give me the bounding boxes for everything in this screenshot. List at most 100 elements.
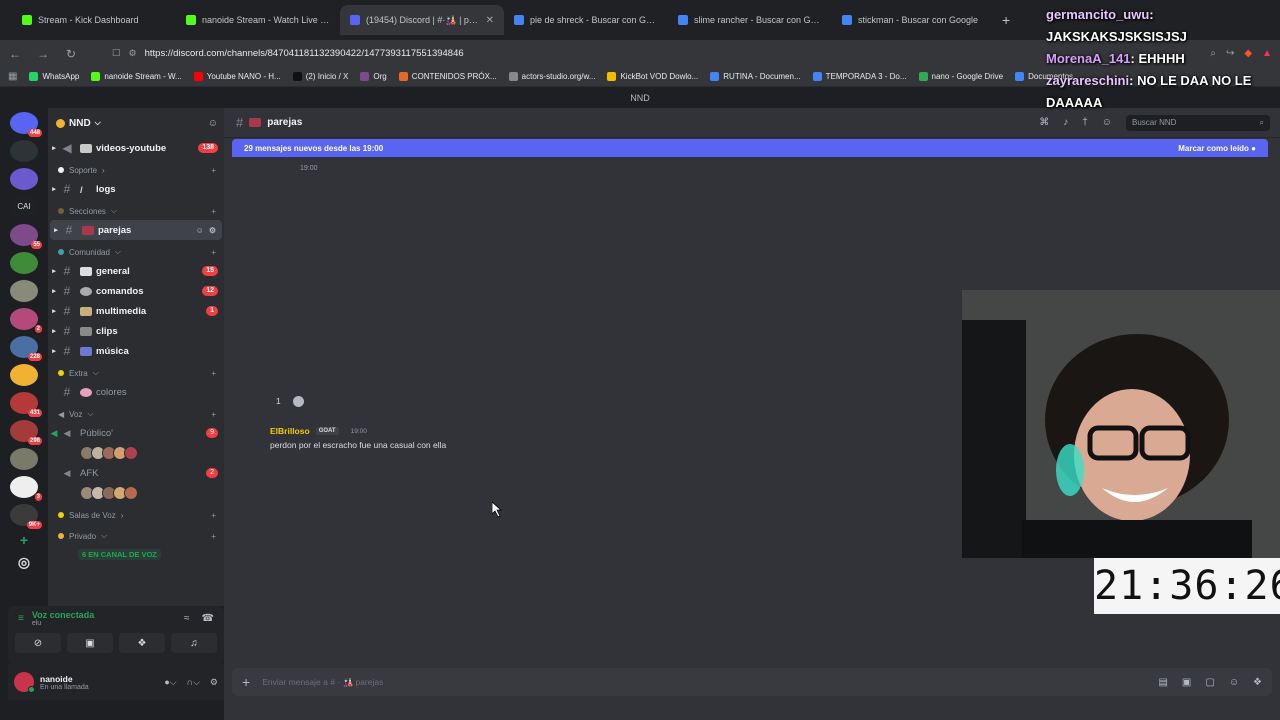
channel-logs[interactable]: ▸ # / logs [48, 179, 224, 199]
browser-tab[interactable]: slime rancher - Buscar con Google [668, 5, 832, 35]
back-icon[interactable]: ← [8, 47, 22, 61]
site-info-icon[interactable]: ⚙ [129, 48, 137, 59]
notifications-bell-icon[interactable]: ♪ [1063, 117, 1068, 128]
server-icon[interactable] [10, 364, 38, 386]
avatar[interactable] [14, 672, 35, 693]
channel-general[interactable]: ▸ # general 15 [48, 261, 224, 281]
bookmark-item[interactable]: CONTENIDOS PRÓX... [398, 72, 497, 81]
channel-comandos[interactable]: ▸ # comandos 12 [48, 281, 224, 301]
noise-suppression-icon[interactable]: ≈ [184, 613, 190, 624]
message-composer[interactable]: + Enviar mensaje a # · 🎎 parejas ▤ ▣ ▢ ☺… [232, 668, 1272, 696]
server-icon[interactable] [10, 448, 38, 470]
reaction-count[interactable]: 1 [270, 395, 287, 407]
channel-clips[interactable]: ▸ # clips [48, 321, 224, 341]
disconnect-icon[interactable]: ☎ [202, 613, 214, 624]
server-icon[interactable] [10, 168, 38, 190]
pin-icon[interactable]: † [1082, 117, 1088, 128]
category-voz[interactable]: ◀ Voz ⌵ + [48, 405, 224, 423]
server-icon[interactable] [10, 140, 38, 162]
channel-musica[interactable]: ▸ # música [48, 341, 224, 361]
server-icon[interactable] [10, 252, 38, 274]
channel-parejas[interactable]: ▸ # parejas ☺ ⚙ [50, 220, 222, 240]
gif-icon[interactable]: ▣ [1182, 677, 1191, 688]
bookmark-item[interactable]: actors-studio.org/w... [508, 72, 595, 81]
channel-videos-youtube[interactable]: ▸ ◀ videos-youtube 138 [48, 138, 224, 158]
category-extra[interactable]: Extra ⌵ + [48, 364, 224, 382]
bookmark-item[interactable]: Youtube NANO - H... [193, 72, 281, 81]
invite-icon[interactable]: ☺ [208, 118, 218, 129]
voice-users-afk[interactable] [48, 483, 224, 503]
channel-colores[interactable]: # colores [48, 382, 224, 402]
activities-button[interactable]: ❖ [119, 633, 165, 653]
bookmark-item[interactable]: KickBot VOD Dowlo... [607, 72, 698, 81]
voice-channel-afk[interactable]: ◀ AFK 2 [48, 463, 224, 483]
search-input[interactable]: Buscar NND ⌕ [1126, 114, 1270, 131]
user-info[interactable]: nanoide En una llamada [40, 674, 158, 691]
bookmark-item[interactable]: nano - Google Drive [918, 72, 1003, 81]
bookmark-icon[interactable]: ☐ [112, 48, 121, 59]
category-privado[interactable]: Privado ⌵ + [48, 527, 224, 545]
soundboard-button[interactable]: ♫ [171, 633, 217, 653]
server-icon[interactable]: 2 [10, 308, 42, 333]
attach-plus-icon[interactable]: + [242, 674, 250, 690]
reload-icon[interactable]: ↻ [64, 47, 78, 61]
settings-gear-icon[interactable]: ⚙ [210, 677, 218, 688]
server-header[interactable]: NND ⌵ ☺ [48, 108, 224, 138]
category-secciones[interactable]: Secciones ⌵ + [48, 202, 224, 220]
bookmark-item[interactable]: nanoide Stream - W... [91, 72, 182, 81]
category-salas-de-voz[interactable]: Salas de Voz › + [48, 506, 224, 524]
discover-icon[interactable]: ◎ [18, 554, 30, 571]
apps-icon[interactable]: ▦ [8, 71, 17, 82]
headphones-icon[interactable]: ∩⌵ [187, 677, 200, 688]
bookmark-item[interactable]: RUTINA - Documen... [710, 72, 801, 81]
close-tab-icon[interactable]: ✕ [486, 15, 494, 26]
composer-placeholder[interactable]: Enviar mensaje a # · 🎎 parejas [262, 677, 1146, 688]
message-author[interactable]: ElBrilloso [270, 426, 310, 436]
gift-icon[interactable]: ▤ [1158, 677, 1167, 688]
server-icon[interactable]: CAI [10, 196, 38, 218]
browser-tab[interactable]: nanoide Stream - Watch Live on [176, 5, 340, 35]
member-list-icon[interactable]: ☺ [1102, 117, 1112, 128]
browser-tab[interactable]: pie de shreck - Buscar con Google [504, 5, 668, 35]
server-icon[interactable] [10, 280, 38, 302]
category-soporte[interactable]: Soporte › + [48, 161, 224, 179]
settings-gear-icon[interactable]: ⚙ [209, 226, 216, 235]
mark-as-read-button[interactable]: Marcar como leído ● [1178, 144, 1256, 153]
server-icon[interactable]: 298 [10, 420, 42, 445]
new-messages-bar[interactable]: 29 mensajes nuevos desde las 19:00 Marca… [232, 139, 1268, 157]
add-channel-icon[interactable]: + [211, 248, 216, 257]
invite-member-icon[interactable]: ☺ [196, 226, 204, 235]
apps-icon[interactable]: ❖ [1253, 677, 1262, 688]
add-server-icon[interactable]: + [20, 532, 28, 548]
server-icon[interactable]: 228 [10, 336, 42, 361]
microphone-icon[interactable]: ●⌵ [164, 677, 176, 688]
category-comunidad[interactable]: Comunidad ⌵ + [48, 243, 224, 261]
new-tab-icon[interactable]: + [1002, 12, 1010, 28]
add-channel-icon[interactable]: + [211, 166, 216, 175]
voice-channel-publico[interactable]: ◀ ◀ Público' 9 [48, 423, 224, 443]
forward-icon[interactable]: → [36, 47, 50, 61]
camera-off-button[interactable]: ⊘ [15, 633, 61, 653]
server-icon[interactable]: 448 [10, 112, 42, 137]
add-channel-icon[interactable]: + [211, 410, 216, 419]
bookmark-item[interactable]: (2) Inicio / X [292, 72, 348, 81]
add-channel-icon[interactable]: + [211, 369, 216, 378]
channel-multimedia[interactable]: ▸ # multimedia 1 [48, 301, 224, 321]
browser-tab[interactable]: Stream - Kick Dashboard [12, 5, 176, 35]
bookmark-item[interactable]: TEMPORADA 3 - Do... [812, 72, 907, 81]
add-reaction-icon[interactable] [292, 395, 304, 407]
add-channel-icon[interactable]: + [211, 511, 216, 520]
voice-users-publico[interactable] [48, 443, 224, 463]
server-icon[interactable]: 9K+ [10, 504, 42, 529]
sticker-icon[interactable]: ▢ [1205, 677, 1214, 688]
browser-tab[interactable]: stickman - Buscar con Google [832, 5, 996, 35]
browser-tab[interactable]: (19454) Discord | #·🎎 | pareja ✕ [340, 5, 504, 35]
url-field[interactable]: ☐ ⚙ https://discord.com/channels/8470411… [112, 48, 1196, 59]
server-icon[interactable]: 3 [10, 476, 42, 501]
bookmark-item[interactable]: WhatsApp [29, 72, 79, 81]
bookmark-item[interactable]: Org [360, 72, 387, 81]
in-voice-indicator[interactable]: 6 EN CANAL DE VOZ [54, 547, 218, 561]
server-icon[interactable]: 55 [10, 224, 42, 249]
threads-icon[interactable]: ⌘ [1039, 117, 1049, 128]
voice-status-title[interactable]: Voz conectada [32, 610, 176, 620]
